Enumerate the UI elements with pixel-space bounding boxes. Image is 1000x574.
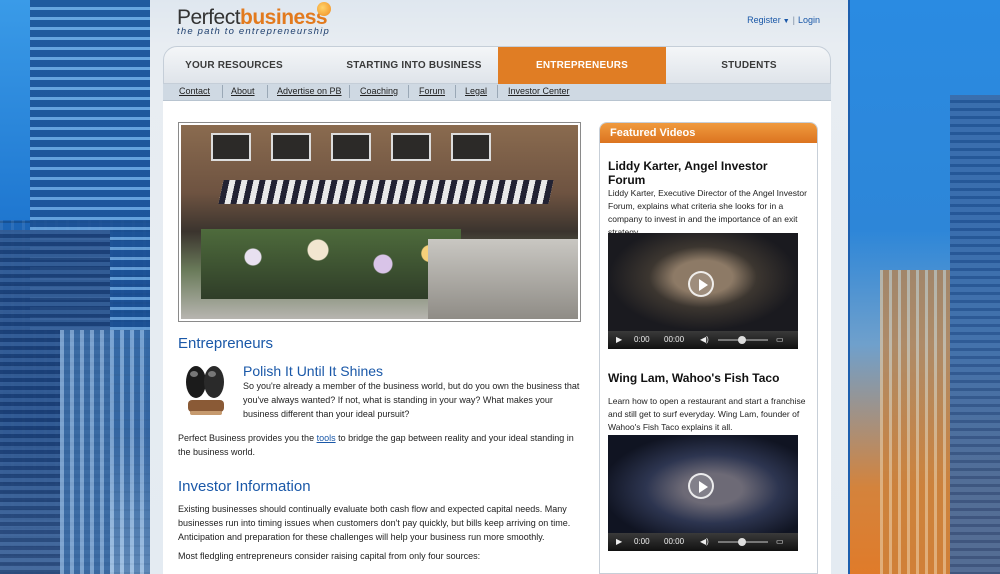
section-title-investor-information: Investor Information (178, 478, 311, 495)
subnav-divider (267, 85, 268, 98)
header: Perfectbusiness the path to entrepreneur… (150, 0, 848, 46)
main-nav: YOUR RESOURCES STARTING INTO BUSINESS EN… (163, 46, 831, 84)
fullscreen-icon[interactable]: ▭ (776, 331, 784, 349)
subnav-divider (497, 85, 498, 98)
auth-divider: | (792, 15, 795, 25)
subnav-legal[interactable]: Legal (465, 86, 487, 96)
site-logo[interactable]: Perfectbusiness the path to entrepreneur… (177, 2, 331, 37)
tools-text-before: Perfect Business provides you the (178, 433, 317, 443)
video-current-time: 0:00 (634, 335, 650, 344)
tab-entrepreneurs[interactable]: ENTREPRENEURS (498, 47, 666, 84)
investor-text: Existing businesses should continually e… (178, 504, 571, 542)
volume-knob[interactable] (738, 538, 746, 546)
auth-links: Register ▼ | Login (747, 15, 820, 25)
video-current-time: 0:00 (634, 537, 650, 546)
subnav-coaching[interactable]: Coaching (360, 86, 398, 96)
volume-icon[interactable]: ◀) (700, 331, 709, 349)
background-city-right (850, 0, 1000, 574)
subnav-divider (222, 85, 223, 98)
subnav-divider (455, 85, 456, 98)
video-description: Learn how to open a restaurant and start… (608, 396, 806, 432)
background-city-left (0, 0, 165, 574)
tab-starting-into-business[interactable]: STARTING INTO BUSINESS (334, 47, 494, 84)
video-duration: 00:00 (664, 335, 685, 344)
subnav-divider (408, 85, 409, 98)
play-icon[interactable] (688, 473, 714, 499)
subnav-forum[interactable]: Forum (419, 86, 445, 96)
fledgling-text: Most fledgling entrepreneurs consider ra… (178, 551, 481, 561)
video-player[interactable]: ▶ 0:00 00:00 ◀) ▭ (608, 435, 798, 551)
featured-videos-heading: Featured Videos (600, 123, 817, 143)
tab-your-resources[interactable]: YOUR RESOURCES (164, 47, 304, 84)
content-area: Entrepreneurs Polish It Until It Shines … (163, 101, 831, 574)
polish-heading[interactable]: Polish It Until It Shines (243, 363, 383, 379)
tools-link[interactable]: tools (317, 433, 336, 443)
play-icon[interactable] (688, 271, 714, 297)
volume-knob[interactable] (738, 336, 746, 344)
video-description: Liddy Karter, Executive Director of the … (608, 188, 807, 237)
subnav-contact[interactable]: Contact (179, 86, 210, 96)
sub-nav: Contact About Advertise on PB Coaching F… (163, 84, 831, 101)
fullscreen-icon[interactable]: ▭ (776, 533, 784, 551)
video-controls: ▶ 0:00 00:00 ◀) ▭ (608, 331, 798, 349)
video-title[interactable]: Wing Lam, Wahoo's Fish Taco (608, 371, 808, 385)
tab-students[interactable]: STUDENTS (684, 47, 814, 84)
video-controls: ▶ 0:00 00:00 ◀) ▭ (608, 533, 798, 551)
chevron-down-icon[interactable]: ▼ (783, 18, 790, 25)
play-button-icon[interactable]: ▶ (616, 331, 622, 349)
featured-videos-panel: Featured Videos Liddy Karter, Angel Inve… (599, 122, 818, 574)
video-duration: 00:00 (664, 537, 685, 546)
subnav-divider (349, 85, 350, 98)
tools-paragraph: Perfect Business provides you the tools … (178, 431, 583, 459)
shoes-icon (186, 366, 224, 415)
video-player[interactable]: ▶ 0:00 00:00 ◀) ▭ (608, 233, 798, 349)
login-link[interactable]: Login (798, 15, 820, 25)
section-title-entrepreneurs: Entrepreneurs (178, 335, 274, 352)
register-link[interactable]: Register (747, 15, 781, 25)
play-button-icon[interactable]: ▶ (616, 533, 622, 551)
subnav-investor-center[interactable]: Investor Center (508, 86, 570, 96)
volume-icon[interactable]: ◀) (700, 533, 709, 551)
page-container: Perfectbusiness the path to entrepreneur… (150, 0, 848, 574)
subnav-about[interactable]: About (231, 86, 255, 96)
logo-tagline: the path to entrepreneurship (177, 26, 330, 37)
subnav-advertise[interactable]: Advertise on PB (277, 86, 342, 96)
polish-text: So you're already a member of the busine… (243, 381, 580, 419)
video-title[interactable]: Liddy Karter, Angel Investor Forum (608, 159, 788, 187)
hero-image (178, 122, 581, 322)
logo-sun-icon (317, 2, 331, 16)
